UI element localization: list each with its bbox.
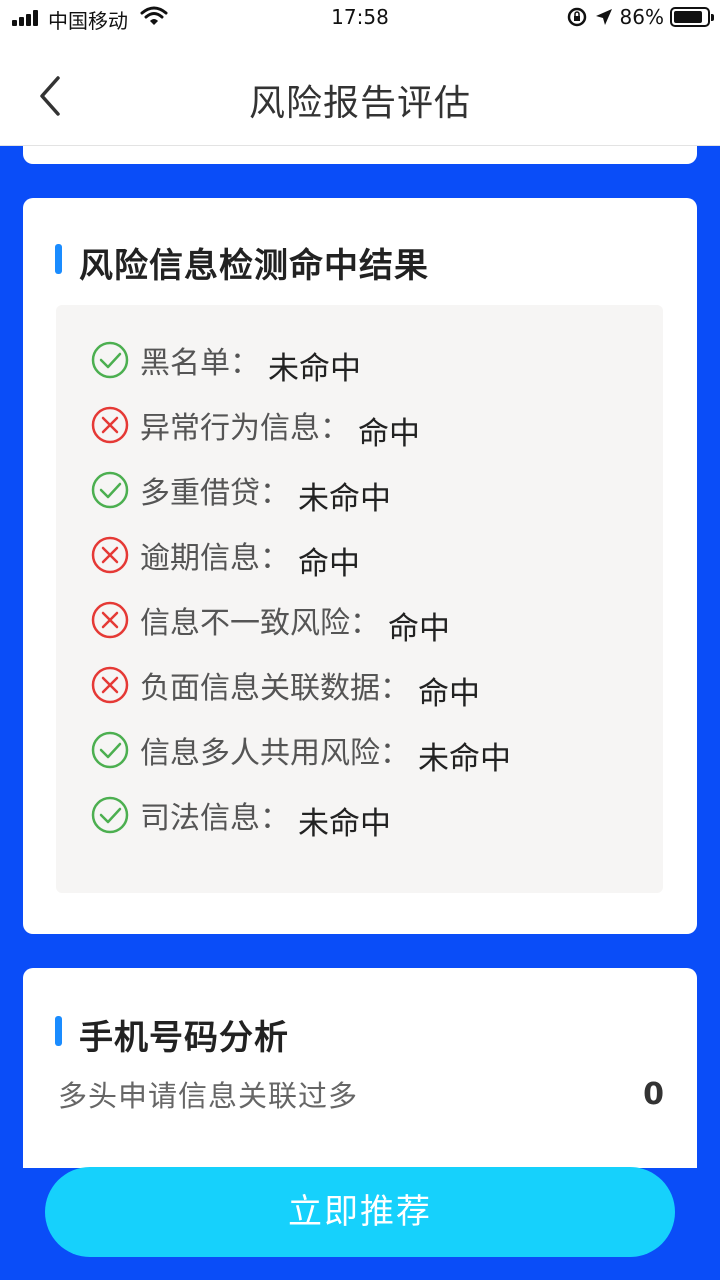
x-circle-icon [91,666,129,704]
x-circle-icon [91,406,129,444]
recommend-button[interactable]: 立即推荐 [45,1167,675,1257]
item-value: 未命中 [298,805,391,842]
item-label: 信息多人共用风险： [140,736,410,771]
check-circle-icon [91,471,129,509]
phone-analysis-card: 手机号码分析 多头申请信息关联过多 0 [23,968,697,1168]
item-label: 多重借贷： [140,476,290,511]
check-circle-icon [91,341,129,379]
risk-result-list: 黑名单： 未命中 异常行为信息： 命中 多重借贷： 未命中 逾期信息： 命中 信… [56,305,663,893]
list-item: 多重借贷： 未命中 [90,469,391,517]
section-title: 手机号码分析 [55,1010,289,1059]
item-value: 命中 [418,675,480,712]
status-bar: 中国移动 17:58 86% [0,0,720,36]
page-title: 风险报告评估 [248,83,471,124]
item-label: 信息不一致风险： [140,606,380,641]
x-circle-icon [91,536,129,574]
list-item: 信息不一致风险： 命中 [90,599,450,647]
x-circle-icon [91,601,129,639]
item-label: 黑名单： [140,346,260,381]
row-label: 多头申请信息关联过多 [58,1079,359,1113]
previous-card [23,146,697,164]
section-title: 风险信息检测命中结果 [55,238,429,287]
check-circle-icon [91,731,129,769]
list-item: 信息多人共用风险： 未命中 [90,729,511,777]
item-label: 司法信息： [140,801,290,836]
item-value: 命中 [388,610,450,647]
item-label: 逾期信息： [140,541,290,576]
table-row: 多头申请信息关联过多 0 [58,1073,664,1115]
list-item: 逾期信息： 命中 [90,534,360,582]
rotation-lock-icon [567,7,586,27]
battery-icon [670,7,714,27]
row-value: 0 [643,1076,664,1112]
list-item: 异常行为信息： 命中 [90,404,420,452]
item-value: 命中 [298,545,360,582]
risk-detection-card: 风险信息检测命中结果 黑名单： 未命中 异常行为信息： 命中 多重借贷： 未命中… [23,198,697,934]
item-label: 负面信息关联数据： [140,671,410,706]
location-icon [595,9,612,25]
item-value: 未命中 [418,740,511,777]
status-right: 86% [566,4,714,30]
item-value: 未命中 [268,350,361,387]
item-label: 异常行为信息： [140,411,350,446]
list-item: 司法信息： 未命中 [90,794,391,842]
item-value: 命中 [358,415,420,452]
top-bar: 中国移动 17:58 86% 风险报告评估 [0,0,720,146]
item-value: 未命中 [298,480,391,517]
check-circle-icon [91,796,129,834]
list-item: 负面信息关联数据： 命中 [90,664,480,712]
list-item: 黑名单： 未命中 [90,339,361,387]
battery-percent: 86% [619,5,664,29]
